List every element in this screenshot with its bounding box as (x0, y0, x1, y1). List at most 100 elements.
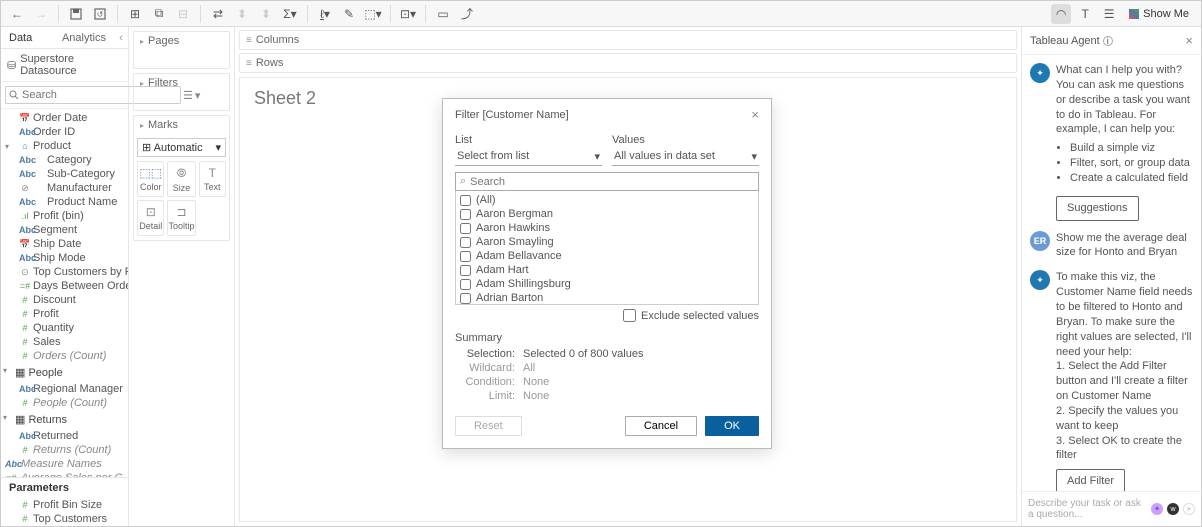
totals-icon[interactable]: Σ▾ (280, 4, 300, 24)
bot-avatar-icon: ✦ (1030, 270, 1050, 290)
filter-search-input[interactable] (470, 176, 754, 188)
field-measure-names[interactable]: AbcMeasure Names (1, 457, 128, 471)
field-discount[interactable]: #Discount (1, 293, 128, 307)
rows-shelf[interactable]: ≡Rows (239, 53, 1017, 73)
filter-item[interactable]: Aaron Smayling (458, 235, 756, 249)
data-guide-icon[interactable]: ◠ (1051, 4, 1071, 24)
database-icon: ⛁ (7, 59, 16, 72)
field-returns-count[interactable]: #Returns (Count) (1, 443, 128, 457)
table-people[interactable]: ▾▦ People (1, 363, 128, 382)
field-orders-count[interactable]: #Orders (Count) (1, 349, 128, 363)
reset-button[interactable]: Reset (455, 416, 522, 436)
sort-asc-icon[interactable]: ⬍ (232, 4, 252, 24)
collapse-pane-icon[interactable]: ‹ (114, 27, 128, 48)
mark-type-select[interactable]: ⊞ Automatic▾ (137, 138, 226, 157)
sparkle-icon[interactable]: ✦ (1151, 503, 1163, 515)
field-days-between[interactable]: =#Days Between Orde... (1, 279, 128, 293)
duplicate-icon[interactable]: ⧉ (149, 4, 169, 24)
mark-color[interactable]: ⬚⬚Color (137, 161, 164, 197)
marks-card: ▸Marks ⊞ Automatic▾ ⬚⬚Color ⦾Size TText … (133, 115, 230, 241)
svg-text:↺: ↺ (97, 10, 104, 19)
filters-card[interactable]: ▸Filters (133, 73, 230, 111)
new-worksheet-icon[interactable]: ⊞ (125, 4, 145, 24)
top-toolbar: ← → ↺ ⊞ ⧉ ⊟ ⇄ ⬍ ⬍ Σ▾ ℓ▾ ✎ ⬚▾ ⊡▾ ▭ ⤴ ◠ T … (1, 1, 1201, 27)
values-mode-select[interactable]: All values in data set▾ (612, 148, 759, 166)
list-mode-select[interactable]: Select from list▾ (455, 148, 602, 166)
filter-item[interactable]: Adam Shillingsburg (458, 277, 756, 291)
mark-tooltip[interactable]: ⊐Tooltip (167, 200, 195, 236)
forward-icon[interactable]: → (31, 4, 51, 24)
share-icon[interactable]: ⤴ (457, 4, 477, 24)
field-ship-mode[interactable]: AbcShip Mode (1, 251, 128, 265)
agent-response-message: To make this viz, the Customer Name fiel… (1056, 270, 1193, 491)
show-labels-icon[interactable]: ⊡▾ (398, 4, 418, 24)
field-manufacturer[interactable]: ⊘Manufacturer (1, 181, 128, 195)
field-ship-date[interactable]: 📅Ship Date (1, 237, 128, 251)
suggestions-button[interactable]: Suggestions (1056, 196, 1139, 221)
field-order-date[interactable]: 📅Order Date (1, 111, 128, 125)
field-product[interactable]: ▾⌂Product (1, 139, 128, 153)
columns-shelf[interactable]: ≡Columns (239, 30, 1017, 50)
field-returned[interactable]: AbcReturned (1, 429, 128, 443)
field-category[interactable]: AbcCategory (1, 153, 128, 167)
filter-search[interactable]: ⌕ (455, 172, 759, 191)
revert-icon[interactable]: ↺ (90, 4, 110, 24)
datasource-row[interactable]: ⛁Superstore Datasource (1, 49, 128, 82)
add-filter-button[interactable]: Add Filter (1056, 469, 1125, 491)
agent-input[interactable]: Describe your task or ask a question... (1028, 498, 1147, 520)
field-top-customers[interactable]: ⊙Top Customers by P... (1, 265, 128, 279)
field-sales[interactable]: #Sales (1, 335, 128, 349)
field-avg-sales[interactable]: =#Average Sales per C... (1, 471, 128, 477)
field-profit[interactable]: #Profit (1, 307, 128, 321)
filter-item[interactable]: Adrian Barton (458, 291, 756, 305)
fit-icon[interactable]: ⬚▾ (363, 4, 383, 24)
exclude-checkbox[interactable] (623, 309, 636, 322)
filter-item[interactable]: Adam Hart (458, 263, 756, 277)
filter-item[interactable]: Aaron Bergman (458, 207, 756, 221)
field-order-id[interactable]: AbcOrder ID (1, 125, 128, 139)
agent-toggle-icon[interactable]: ☰ (1099, 4, 1119, 24)
filter-dialog: Filter [Customer Name]× List Select from… (442, 98, 772, 449)
filter-item[interactable]: Adam Bellavance (458, 249, 756, 263)
field-profit-bin[interactable]: .ılProfit (bin) (1, 209, 128, 223)
param-profit-bin-size[interactable]: #Profit Bin Size (1, 498, 128, 512)
columns-icon: ≡ (246, 35, 252, 46)
pages-card[interactable]: ▸Pages (133, 31, 230, 69)
tab-analytics[interactable]: Analytics (54, 27, 114, 48)
field-quantity[interactable]: #Quantity (1, 321, 128, 335)
info-icon[interactable]: i (1103, 36, 1113, 46)
field-sub-category[interactable]: AbcSub-Category (1, 167, 128, 181)
cancel-button[interactable]: Cancel (625, 416, 697, 436)
size-icon: ⦾ (177, 166, 187, 181)
back-icon[interactable]: ← (7, 4, 27, 24)
param-top-customers[interactable]: #Top Customers (1, 512, 128, 526)
save-icon[interactable] (66, 4, 86, 24)
format-icon[interactable]: ✎ (339, 4, 359, 24)
field-people-count[interactable]: #People (Count) (1, 396, 128, 410)
clear-icon[interactable]: ⊟ (173, 4, 193, 24)
field-regional-manager[interactable]: AbcRegional Manager (1, 382, 128, 396)
user-message: Show me the average deal size for Honto … (1056, 231, 1193, 261)
wand-icon[interactable]: w (1167, 503, 1179, 515)
detail-icon: ⊡ (146, 205, 156, 219)
tab-data[interactable]: Data (1, 27, 54, 48)
dialog-close-icon[interactable]: × (751, 107, 759, 122)
filter-item[interactable]: (All) (458, 193, 756, 207)
field-product-name[interactable]: AbcProduct Name (1, 195, 128, 209)
agent-close-icon[interactable]: × (1185, 33, 1193, 48)
highlight-icon[interactable]: ℓ▾ (315, 4, 335, 24)
format-pane-icon[interactable]: T (1075, 4, 1095, 24)
swap-icon[interactable]: ⇄ (208, 4, 228, 24)
sort-desc-icon[interactable]: ⬍ (256, 4, 276, 24)
mark-detail[interactable]: ⊡Detail (137, 200, 164, 236)
field-segment[interactable]: AbcSegment (1, 223, 128, 237)
mark-size[interactable]: ⦾Size (167, 161, 195, 197)
send-icon[interactable]: ➤ (1183, 503, 1195, 515)
ok-button[interactable]: OK (705, 416, 759, 436)
filter-item[interactable]: Aaron Hawkins (458, 221, 756, 235)
mark-text[interactable]: TText (199, 161, 227, 197)
table-returns[interactable]: ▾▦ Returns (1, 410, 128, 429)
filter-values-list[interactable]: (All)Aaron BergmanAaron HawkinsAaron Sma… (455, 191, 759, 305)
show-me-button[interactable]: Show Me (1123, 8, 1195, 20)
presentation-icon[interactable]: ▭ (433, 4, 453, 24)
